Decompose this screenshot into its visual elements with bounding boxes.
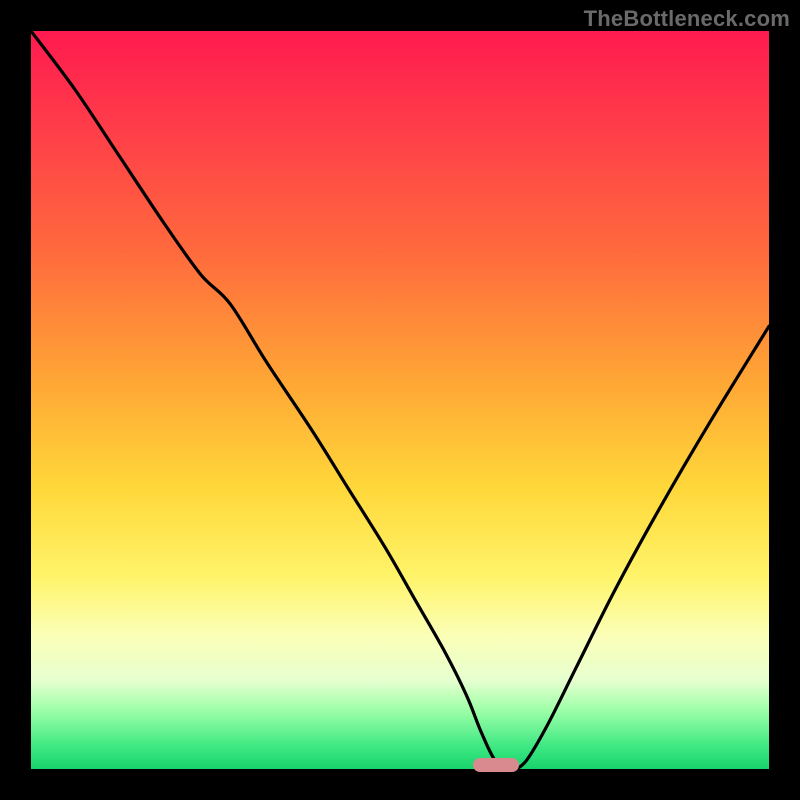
optimal-marker (473, 758, 519, 772)
watermark-text: TheBottleneck.com (584, 6, 790, 32)
bottleneck-curve (31, 31, 769, 769)
chart-frame: TheBottleneck.com (0, 0, 800, 800)
plot-area (31, 31, 769, 769)
